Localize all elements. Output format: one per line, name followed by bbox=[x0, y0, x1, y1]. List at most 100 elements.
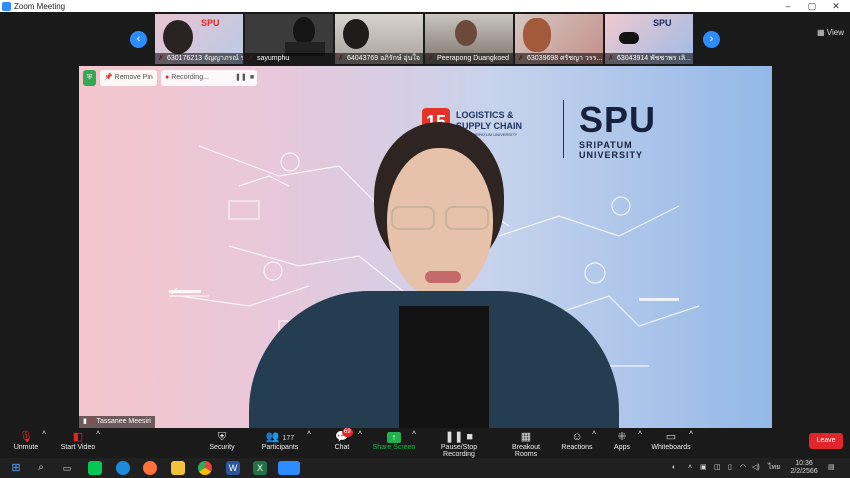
maximize-button[interactable]: ▢ bbox=[800, 0, 824, 12]
muted-mic-icon: 🎙 bbox=[19, 431, 33, 443]
next-page-button[interactable]: › bbox=[703, 31, 720, 48]
view-label: View bbox=[826, 28, 844, 37]
banner-line1: LOGISTICS & bbox=[456, 110, 514, 120]
firefox-icon[interactable] bbox=[143, 461, 157, 475]
excel-icon[interactable]: X bbox=[253, 461, 267, 475]
previous-page-button[interactable]: ‹ bbox=[130, 31, 147, 48]
participant-tile[interactable]: ✗ 63039698 ศรัชญา วรร... bbox=[515, 14, 603, 64]
breakout-label: Breakout Rooms bbox=[511, 444, 541, 458]
participant-tile[interactable]: SPU ✗ 630176213 จัญญาภรณ์ ร.ค... bbox=[155, 14, 243, 64]
window-title: Zoom Meeting bbox=[14, 1, 66, 11]
whiteboards-button[interactable]: ▭ Whiteboards bbox=[650, 430, 692, 451]
notification-icon[interactable]: ▤ bbox=[828, 458, 835, 478]
audio-options-chevron-icon[interactable]: ˄ bbox=[40, 430, 48, 437]
speaker-namebar: ▮ ✗ Tassanee Meesiri bbox=[79, 416, 155, 428]
security-button[interactable]: ⛨ Security bbox=[206, 430, 238, 451]
participants-button[interactable]: 👥 177 Participants bbox=[258, 430, 302, 451]
chat-chevron-icon[interactable]: ˄ bbox=[356, 430, 364, 437]
zoom-logo-icon bbox=[2, 1, 11, 11]
reactions-chevron-icon[interactable]: ˄ bbox=[590, 430, 598, 437]
reactions-label: Reactions bbox=[561, 444, 593, 451]
speaker-name: Tassanee Meesiri bbox=[96, 418, 151, 425]
wifi-icon[interactable]: ◠ bbox=[740, 458, 746, 478]
video-options-chevron-icon[interactable]: ˄ bbox=[94, 430, 102, 437]
battery-icon[interactable]: ▯ bbox=[728, 458, 732, 478]
chrome-icon[interactable] bbox=[198, 461, 212, 475]
participant-name: 630176213 จัญญาภรณ์ ร.ค... bbox=[155, 53, 243, 64]
participant-tile[interactable]: ✗ Peerapong Duangkoed bbox=[425, 14, 513, 64]
task-view-icon[interactable]: ▭ bbox=[60, 461, 74, 475]
spu-brand: SPU SRIPATUM UNIVERSITY bbox=[579, 100, 689, 170]
word-icon[interactable]: W bbox=[226, 461, 240, 475]
camera-object bbox=[619, 32, 639, 44]
windows-start-icon[interactable]: ⊞ bbox=[9, 461, 23, 475]
chat-button[interactable]: 💬 69 Chat bbox=[328, 428, 356, 451]
speaker-glasses-right bbox=[445, 206, 489, 230]
remove-pin-button[interactable]: 📌 Remove Pin bbox=[100, 70, 157, 86]
participant-tile[interactable]: ✗ sayumphu bbox=[245, 14, 333, 64]
video-off-icon: ◧ bbox=[72, 431, 84, 443]
shield-icon: ⛨ bbox=[217, 431, 227, 443]
participant-tile[interactable]: ✗ 64043769 อภิรักษ์ อุ่นใจ bbox=[335, 14, 423, 64]
start-video-button[interactable]: ◧ Start Video bbox=[58, 430, 98, 451]
clock[interactable]: 10:36 2/2/2566 bbox=[790, 460, 818, 476]
whiteboards-chevron-icon[interactable]: ˄ bbox=[687, 430, 695, 437]
minimize-button[interactable]: – bbox=[776, 0, 800, 12]
share-screen-label: Share Screen bbox=[372, 444, 416, 451]
spu-logo: SPU bbox=[653, 18, 672, 28]
view-button[interactable]: ▦ View bbox=[817, 28, 844, 37]
participants-chevron-icon[interactable]: ˄ bbox=[305, 430, 313, 437]
leave-button[interactable]: Leave bbox=[809, 433, 843, 449]
muted-mic-icon: ✗ bbox=[88, 418, 95, 425]
spu-logo: SPU bbox=[201, 18, 220, 28]
tray-chevron-icon[interactable]: ˄ bbox=[688, 458, 692, 478]
tray-app-icon[interactable]: ▣ bbox=[700, 458, 707, 478]
apps-button[interactable]: ⁜ Apps bbox=[610, 430, 634, 451]
speaker-shirt bbox=[399, 306, 489, 428]
remove-pin-label: Remove Pin bbox=[114, 74, 153, 81]
whiteboard-icon: ▭ bbox=[665, 431, 677, 443]
apps-chevron-icon[interactable]: ˄ bbox=[636, 430, 644, 437]
clock-time: 10:36 bbox=[795, 460, 813, 467]
pause-recording-icon[interactable]: ❚❚ bbox=[235, 70, 247, 86]
spu-brand-sub1: SRIPATUM bbox=[579, 140, 633, 150]
participant-avatar bbox=[163, 20, 193, 54]
recording-icon: ● bbox=[165, 74, 170, 81]
search-icon[interactable]: ⌕ bbox=[34, 461, 48, 475]
chat-icon: 💬 69 bbox=[335, 428, 353, 443]
logo-divider bbox=[563, 100, 564, 158]
participants-label: Participants bbox=[261, 444, 299, 451]
participant-name: Peerapong Duangkoed bbox=[425, 53, 513, 64]
encryption-shield-icon: ⛨ bbox=[83, 70, 96, 86]
camera-tray-icon[interactable]: ◫ bbox=[714, 458, 721, 478]
zoom-taskbar-icon[interactable] bbox=[278, 461, 300, 475]
stop-recording-icon[interactable]: ■ bbox=[247, 70, 257, 86]
volume-icon[interactable]: ◁) bbox=[752, 458, 760, 478]
apps-label: Apps bbox=[614, 444, 630, 451]
reactions-icon: ☺ bbox=[571, 431, 583, 443]
clock-date: 2/2/2566 bbox=[790, 468, 818, 475]
view-grid-icon: ▦ bbox=[817, 28, 825, 37]
security-label: Security bbox=[209, 444, 235, 451]
share-chevron-icon[interactable]: ˄ bbox=[410, 430, 418, 437]
banner-line3: SRIPATUM UNIVERSITY bbox=[472, 132, 518, 137]
file-explorer-icon[interactable] bbox=[171, 461, 185, 475]
participant-avatar bbox=[523, 18, 551, 52]
close-button[interactable]: ✕ bbox=[824, 0, 848, 12]
participant-avatar bbox=[455, 20, 477, 46]
breakout-rooms-button[interactable]: ▦ Breakout Rooms bbox=[500, 430, 552, 458]
pause-stop-icon: ❚❚ ■ bbox=[444, 431, 474, 443]
speaker-mouth bbox=[425, 271, 461, 283]
weather-icon[interactable]: ◐ bbox=[672, 458, 676, 478]
participant-name: 63039698 ศรัชญา วรร... bbox=[515, 53, 603, 64]
windows-taskbar: ⊞ ⌕ ▭ W X ◐ ˄ ▣ ◫ ▯ ◠ ◁) ไทย 10:36 2/2/2… bbox=[0, 458, 850, 478]
participant-tile[interactable]: SPU ✗ 63043914 พัชชาพร เลิ... bbox=[605, 14, 693, 64]
language-indicator[interactable]: ไทย bbox=[768, 458, 780, 478]
unmute-label: Unmute bbox=[13, 444, 39, 451]
line-app-icon[interactable] bbox=[88, 461, 102, 475]
edge-icon[interactable] bbox=[116, 461, 130, 475]
thumbnail-strip: ‹ SPU ✗ 630176213 จัญญาภรณ์ ร.ค... ✗ say… bbox=[0, 12, 850, 66]
pause-stop-recording-button[interactable]: ❚❚ ■ Pause/Stop Recording bbox=[424, 430, 494, 458]
unmute-button[interactable]: 🎙 Unmute bbox=[10, 430, 42, 451]
reactions-button[interactable]: ☺ Reactions bbox=[560, 430, 594, 451]
